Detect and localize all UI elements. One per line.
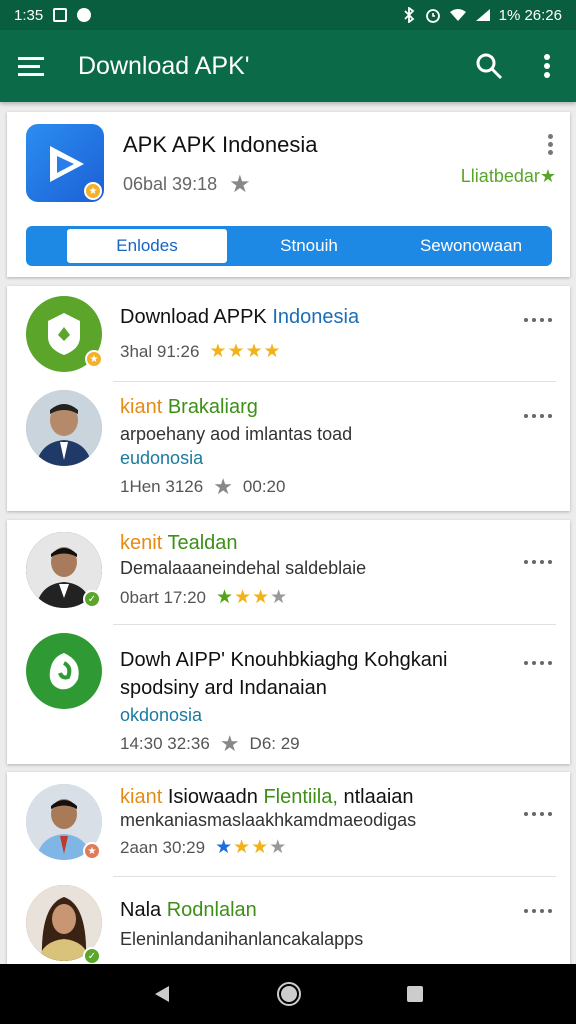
star-icon: ★ [219, 731, 240, 756]
tab-stnouih[interactable]: Stnouih [228, 236, 390, 256]
menu-icon [18, 57, 44, 76]
list-item[interactable]: ★ kiant Isiowaadn Flentiila, ntlaaian me… [7, 772, 570, 876]
star-rating: ★ ★ ★ ★ [215, 837, 287, 858]
search-button[interactable] [460, 30, 518, 102]
app-title: Download APK' [78, 51, 250, 80]
leaf-icon [49, 653, 79, 690]
list-item-subtitle: Eleninlandanihanlancakalapps [120, 929, 364, 949]
list-item-subtitle: Demalaaaneindehal saldeblaie [120, 558, 367, 578]
star-icon: ★ [213, 474, 233, 499]
list-item-subtitle: menkaniasmaslaakhkamdmaeodigas [120, 810, 417, 830]
list-item-meta: 0bart 17:20 ★ ★ ★ ★ [120, 587, 288, 608]
featured-title[interactable]: APK APK Indonesia [123, 132, 317, 158]
recents-icon[interactable] [405, 984, 425, 1004]
featured-meta: 06bal 39:18 ★ [123, 170, 251, 199]
more-horiz-icon[interactable] [524, 560, 552, 564]
wifi-icon [449, 9, 466, 21]
featured-badge: ★ [84, 182, 102, 200]
menu-button[interactable] [0, 30, 62, 102]
list-card: ★ kiant Isiowaadn Flentiila, ntlaaian me… [7, 772, 570, 967]
list-item-meta: 2aan 30:29 ★ ★ ★ ★ [120, 837, 287, 858]
list-item[interactable]: Dowh AIPP' Knouhbkiaghg Kohgkani spodsin… [7, 625, 570, 763]
alarm-icon [425, 9, 440, 23]
profile-badge: ★ [83, 842, 101, 860]
star-icon: ★ [229, 171, 251, 198]
list-item[interactable]: kiant Brakaliarg arpoehany aod imlantas … [7, 382, 570, 510]
list-item-title: Download APPK Indonesia [120, 306, 360, 328]
status-time: 1:35 [14, 6, 44, 24]
list-item-meta: 14:30 32:36 ★ D6: 29 [120, 731, 300, 756]
star-rating: ★ ★ ★ ★ [216, 587, 288, 608]
list-item[interactable]: ★ Download APPK Indonesia 3hal 91:26 ★ ★ ★… [7, 286, 570, 382]
back-icon[interactable] [151, 983, 173, 1005]
list-item-subtitle: arpoehany aod imlantas toad [120, 424, 353, 444]
home-icon[interactable] [276, 981, 302, 1007]
list-item-title: Nala Rodnlalan [120, 899, 257, 921]
verified-badge: ✓ [83, 947, 101, 965]
featured-more-button[interactable] [548, 134, 554, 155]
verified-badge: ✓ [83, 590, 101, 608]
list-item[interactable]: ✓ kenit Tealdan Demalaaaneindehal saldeb… [7, 520, 570, 625]
featured-link-text: Lliatbedar [460, 166, 540, 186]
more-horiz-icon[interactable] [524, 318, 552, 322]
featured-link[interactable]: Lliatbedar★ [461, 166, 556, 187]
navigation-bar [0, 964, 576, 1024]
tab-enlodes[interactable]: Enlodes [66, 228, 228, 264]
list-card: ★ Download APPK Indonesia 3hal 91:26 ★ ★ ★… [7, 286, 570, 511]
rating-badge: ★ [85, 350, 103, 368]
list-item-title: kenit Tealdan [120, 532, 238, 554]
featured-app-icon[interactable]: ★ [26, 124, 104, 202]
featured-card: ★ APK APK Indonesia 06bal 39:18 ★ Lliatb… [7, 112, 570, 277]
list-item[interactable]: ✓ Nala Rodnlalan Eleninlandanihanlancaka… [7, 877, 570, 967]
app-notification-icon [77, 8, 92, 22]
search-icon [476, 53, 503, 80]
star-rating: ★ ★ ★ ★ [209, 341, 281, 362]
list-item-meta: 3hal 91:26 ★ ★ ★ ★ [120, 341, 281, 362]
play-logo-icon [50, 146, 84, 182]
list-item-subtitle-2: eudonosia [120, 448, 204, 468]
list-item-subtitle: spodsiny ard Indanaian [120, 677, 327, 699]
shield-icon [48, 313, 80, 355]
list-item-meta: 1Hen 3126 ★ 00:20 [120, 474, 286, 499]
list-card: ✓ kenit Tealdan Demalaaaneindehal saldeb… [7, 520, 570, 764]
more-horiz-icon[interactable] [524, 812, 552, 816]
more-horiz-icon[interactable] [524, 909, 552, 913]
more-vert-icon [544, 54, 550, 78]
more-horiz-icon[interactable] [524, 414, 552, 418]
list-item-subtitle-2: okdonosia [120, 705, 203, 725]
notification-icon [53, 8, 68, 22]
avatar [26, 390, 102, 466]
app-icon [26, 633, 102, 709]
star-icon: ★ [539, 166, 556, 186]
list-item-title: kiant Isiowaadn Flentiila, ntlaaian [120, 786, 414, 808]
featured-meta-text: 06bal 39:18 [123, 174, 218, 194]
bluetooth-icon [403, 7, 414, 23]
signal-icon [475, 9, 490, 21]
status-bar: 1:35 1% 26:26 [0, 0, 576, 30]
status-right-text: 1% 26:26 [498, 6, 562, 24]
more-horiz-icon[interactable] [524, 661, 552, 665]
tab-sewonowaan[interactable]: Sewonowaan [390, 236, 552, 256]
tab-bar: Enlodes Stnouih Sewonowaan [26, 226, 552, 266]
app-bar: Download APK' [0, 30, 576, 102]
list-item-title: kiant Brakaliarg [120, 396, 258, 418]
overflow-menu-button[interactable] [518, 30, 576, 102]
list-item-title: Dowh AIPP' Knouhbkiaghg Kohgkani [120, 649, 448, 671]
